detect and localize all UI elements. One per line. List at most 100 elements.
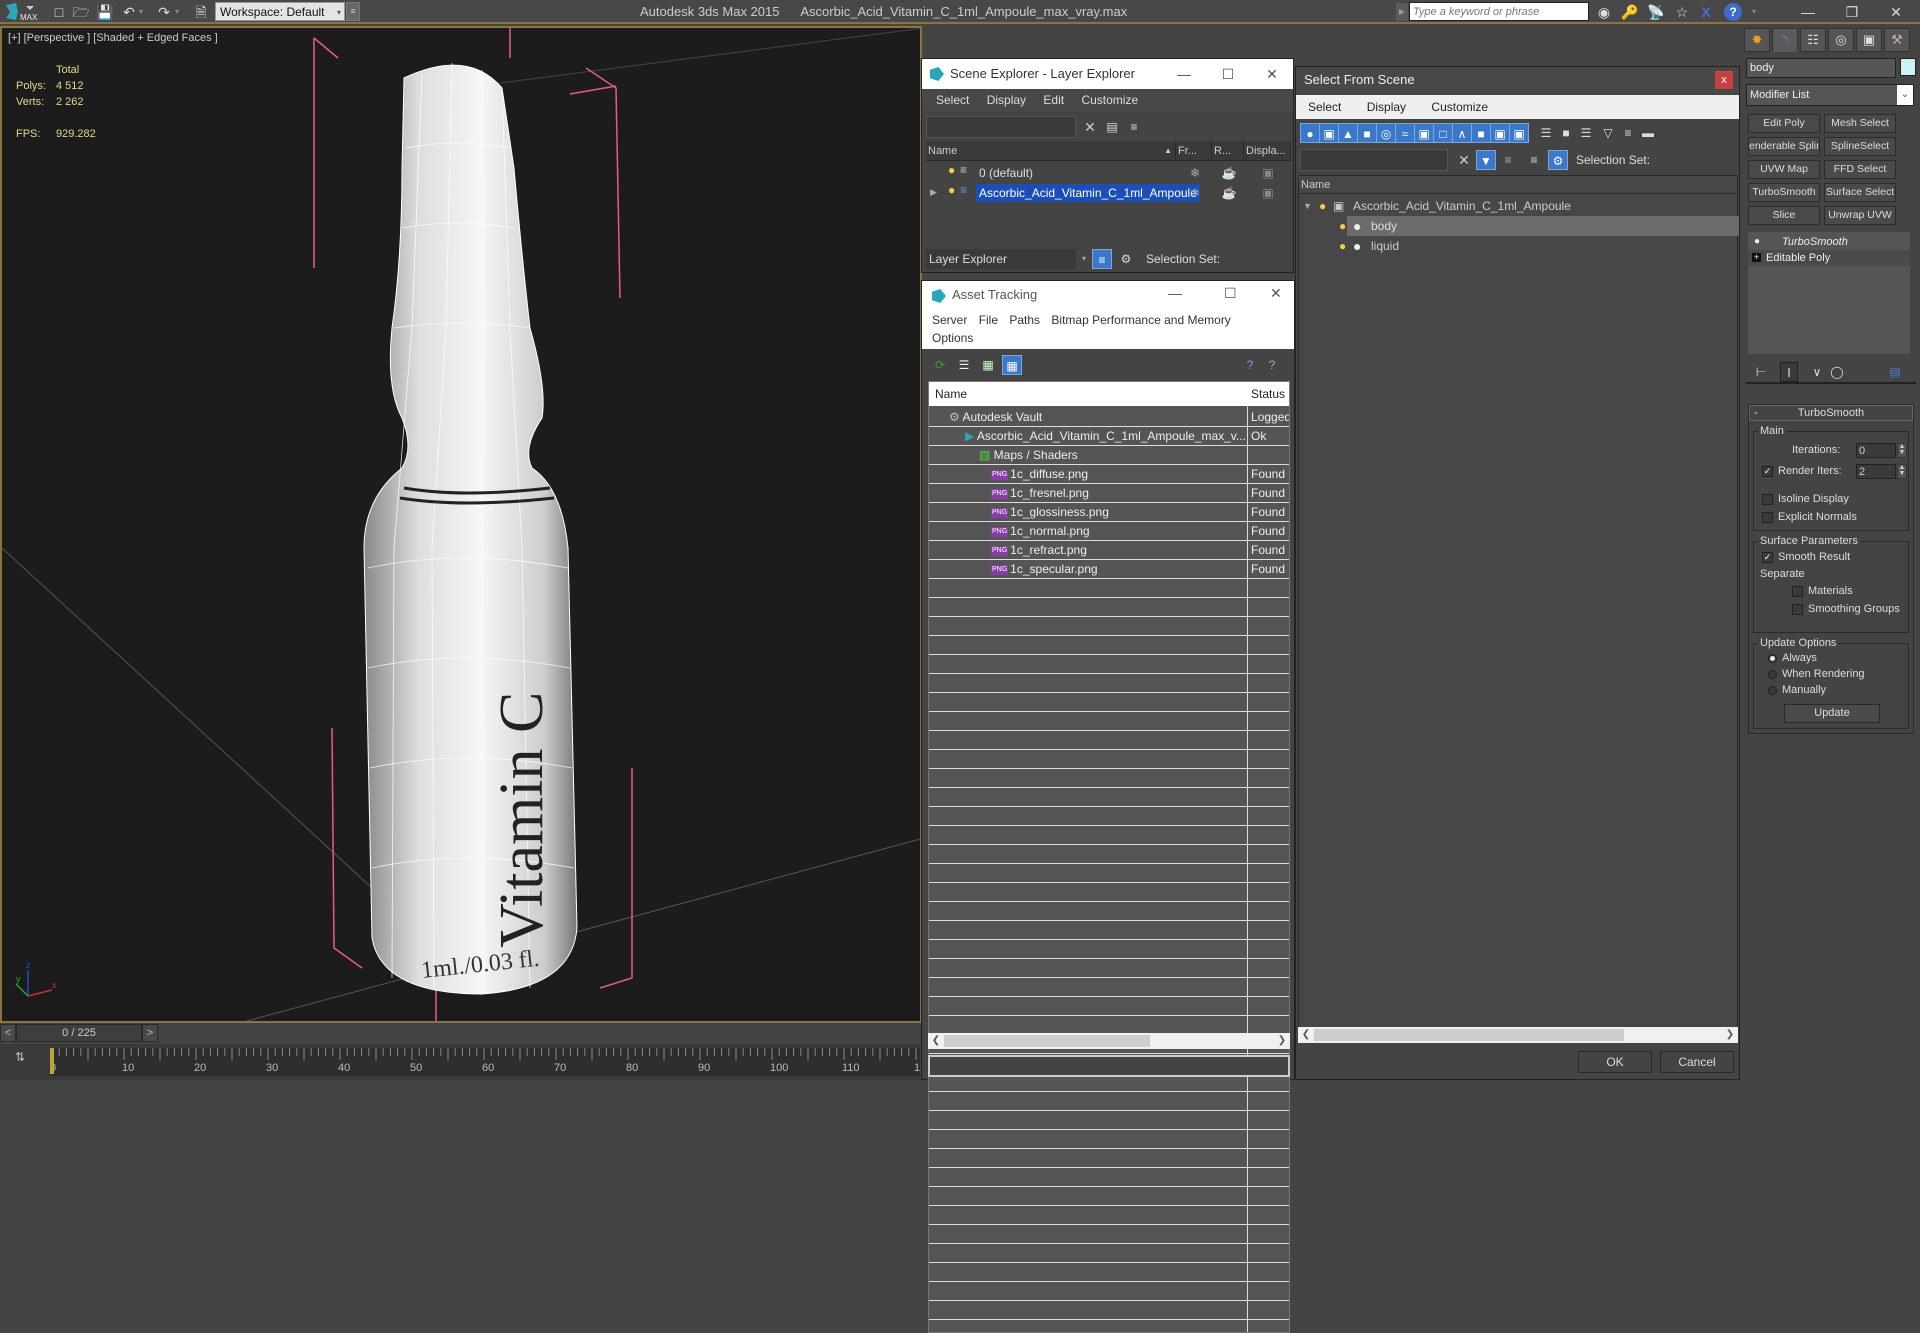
menu-display[interactable]: Display — [1367, 100, 1406, 114]
layer-mode-icon[interactable]: ≡ — [1524, 150, 1544, 170]
new-file-icon[interactable]: □ — [50, 3, 68, 21]
display-box-icon[interactable]: ▣ — [1248, 163, 1288, 183]
time-slider[interactable]: < 0 / 225 > — [0, 1024, 920, 1044]
save-icon[interactable]: 💾 — [96, 3, 114, 21]
track-ruler[interactable]: 0102030405060708090100110120 — [50, 1048, 932, 1076]
cancel-button[interactable]: Cancel — [1660, 1051, 1734, 1073]
motion-tab-icon[interactable]: ◎ — [1828, 28, 1854, 52]
asset-table-hscrollbar[interactable]: ❮ ❯ — [928, 1033, 1290, 1049]
scroll-left-icon[interactable]: ❮ — [928, 1033, 944, 1049]
previous-frame-button[interactable]: < — [0, 1024, 16, 1042]
binoculars-icon[interactable]: ◉ — [1594, 3, 1614, 21]
satellite-icon[interactable]: 📡 — [1646, 3, 1666, 21]
restore-button[interactable]: ❐ — [1830, 1, 1874, 23]
render-teapot-icon[interactable]: ☕ — [1214, 183, 1244, 203]
track-bar[interactable]: ⇅ 0102030405060708090100110120 — [0, 1044, 932, 1080]
help-dropdown-icon[interactable]: ▾ — [1744, 3, 1764, 21]
display-tab-icon[interactable]: ▣ — [1856, 28, 1882, 52]
layers-highlight-icon[interactable]: ≡ — [1124, 117, 1144, 137]
modifier-button-slice[interactable]: Slice — [1748, 206, 1820, 225]
open-file-icon[interactable]: 🗁 — [72, 3, 90, 21]
asset-row[interactable]: PNG 1c_glossiness.png Found — [929, 503, 1289, 522]
cameras-filter-icon[interactable]: ■ — [1357, 123, 1377, 143]
menu-select[interactable]: Select — [936, 89, 969, 111]
asset-row[interactable]: PNG 1c_diffuse.png Found — [929, 465, 1289, 484]
asset-row[interactable]: PNG 1c_specular.png Found — [929, 560, 1289, 579]
column-frozen[interactable]: Fr... — [1176, 141, 1212, 161]
create-tab-sun-icon[interactable]: ✸ — [1744, 28, 1770, 52]
x-exchange-icon[interactable]: X — [1696, 3, 1716, 21]
maximize-button[interactable]: ☐ — [1206, 59, 1250, 89]
hierarchy-tab-icon[interactable]: ☷ — [1800, 28, 1826, 52]
column-name[interactable]: Name — [1299, 176, 1737, 194]
hidden-filter-icon[interactable]: ▣ — [1509, 123, 1529, 143]
find-input[interactable] — [1300, 149, 1448, 171]
tree-row-object[interactable]: ● ● liquid — [1339, 236, 1739, 256]
modifier-button-surface-select[interactable]: Surface Select — [1824, 183, 1896, 202]
lightbulb-icon[interactable]: ● — [948, 183, 958, 197]
asset-row[interactable]: ⚙ Autodesk Vault Logged — [929, 408, 1289, 427]
spacewarps-filter-icon[interactable]: ≈ — [1395, 123, 1415, 143]
frozen-filter-icon[interactable]: ▣ — [1490, 123, 1510, 143]
invert-selection-icon[interactable]: ☰ — [1576, 123, 1596, 143]
find-input[interactable] — [926, 116, 1076, 138]
modifier-on-bulb-icon[interactable]: ● — [1754, 234, 1760, 250]
customize-toolbar-icon[interactable]: ≡ — [346, 2, 360, 21]
project-folder-icon[interactable]: 🗎 — [192, 3, 210, 21]
object-name[interactable]: liquid — [1371, 236, 1399, 256]
smoothing-groups-checkbox[interactable] — [1792, 604, 1803, 615]
column-name[interactable]: Name — [935, 387, 967, 401]
scroll-left-icon[interactable]: ❮ — [1298, 1027, 1314, 1043]
tree-hscrollbar[interactable]: ❮ ❯ — [1298, 1027, 1738, 1043]
explorer-mode-dropdown[interactable]: Layer Explorer ▾ — [926, 249, 1086, 269]
menu-customize[interactable]: Customize — [1081, 89, 1138, 111]
containers-filter-icon[interactable]: ■ — [1471, 123, 1491, 143]
menu-file[interactable]: File — [979, 313, 998, 327]
app-menu-button[interactable]: MAX — [4, 2, 40, 22]
star-icon[interactable]: ☆ — [1672, 3, 1692, 21]
update-when-rendering-radio[interactable] — [1768, 670, 1777, 679]
menu-paths[interactable]: Paths — [1009, 313, 1040, 327]
close-button[interactable]: ✕ — [1270, 285, 1282, 302]
expand-arrow-icon[interactable]: ▶ — [930, 187, 937, 198]
filter-options-icon[interactable]: ≡ — [1618, 123, 1638, 143]
close-button[interactable]: x — [1715, 71, 1733, 89]
hierarchy-icon[interactable]: ⚙ — [1116, 249, 1136, 269]
lightbulb-icon[interactable]: ● — [1339, 236, 1346, 256]
next-frame-button[interactable]: > — [142, 1024, 158, 1042]
menu-bitmap-performance[interactable]: Bitmap Performance and Memory — [1051, 313, 1230, 327]
freeze-snowflake-icon[interactable]: ❄ — [1180, 183, 1210, 203]
geometry-filter-icon[interactable]: ● — [1300, 123, 1320, 143]
make-unique-icon[interactable]: ∨ — [1808, 362, 1826, 382]
help-icon[interactable]: ? — [1724, 3, 1742, 21]
modifier-button-unwrap-uvw[interactable]: Unwrap UVW — [1824, 206, 1896, 225]
utilities-tab-hammer-icon[interactable]: ⚒ — [1884, 28, 1910, 52]
select-all-icon[interactable]: ☰ — [1536, 123, 1556, 143]
hierarchy-mode-icon[interactable]: ⚙ — [1548, 150, 1568, 170]
render-iters-spinner-arrows[interactable]: ▲ ▼ — [1897, 464, 1907, 479]
expand-plus-icon[interactable]: + — [1752, 253, 1761, 262]
layer-row[interactable]: ● ≡ 0 (default) ❄ ☕ ▣ — [926, 163, 1291, 183]
tree-row-group[interactable]: ▼ ● ▣ Ascorbic_Acid_Vitamin_C_1ml_Ampoul… — [1299, 196, 1737, 216]
menu-options[interactable]: Options — [932, 331, 973, 345]
current-frame-marker[interactable] — [50, 1048, 54, 1074]
materials-checkbox[interactable] — [1792, 586, 1803, 597]
ok-button[interactable]: OK — [1578, 1051, 1652, 1073]
minimize-button[interactable]: — — [1786, 1, 1830, 23]
filter-icon[interactable]: ▽ — [1598, 123, 1618, 143]
render-iters-spinner[interactable] — [1856, 464, 1896, 479]
columns-icon[interactable]: ▬ — [1638, 123, 1658, 143]
column-render[interactable]: R... — [1212, 141, 1244, 161]
update-manually-radio[interactable] — [1768, 686, 1777, 695]
modify-tab-icon[interactable]: ◝ — [1772, 28, 1798, 52]
modifier-button-splineselect[interactable]: SplineSelect — [1824, 137, 1896, 156]
explicit-normals-checkbox[interactable] — [1762, 512, 1773, 523]
column-name[interactable]: Name ▲ — [926, 141, 1176, 161]
tree-row-object[interactable]: ● ● body — [1339, 216, 1739, 236]
clear-x-icon[interactable]: ✕ — [1454, 150, 1474, 170]
key-icon[interactable]: 🔑 — [1620, 3, 1640, 21]
render-teapot-icon[interactable]: ☕ — [1214, 163, 1244, 183]
scroll-right-icon[interactable]: ❯ — [1274, 1033, 1290, 1049]
modifier-button-ffd-select[interactable]: FFD Select — [1824, 160, 1896, 179]
remove-modifier-icon[interactable]: ◯ — [1828, 362, 1846, 382]
